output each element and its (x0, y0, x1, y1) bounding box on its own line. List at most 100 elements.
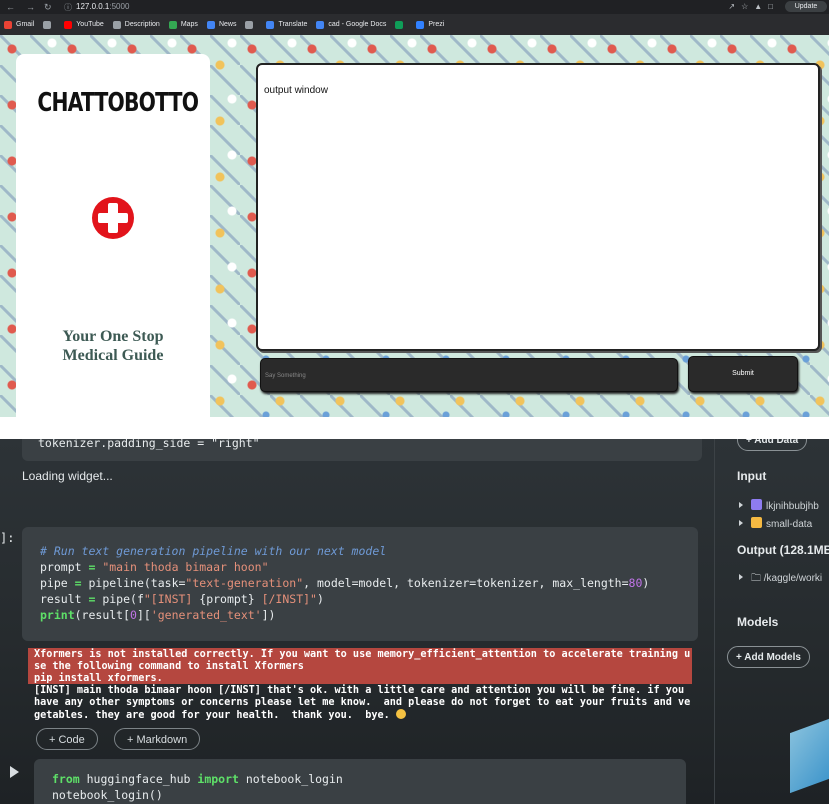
smiley-icon (395, 709, 406, 719)
code-token: from (52, 772, 80, 786)
separator (0, 417, 829, 439)
update-button[interactable]: Update (785, 1, 827, 12)
code-token: "[INST] (143, 592, 200, 606)
output-item-label: /kaggle/worki (763, 573, 823, 584)
input-item[interactable]: small-data (739, 517, 812, 530)
bookmark-item[interactable]: Gmail (4, 20, 35, 29)
code-token: "text-generation" (185, 576, 304, 590)
code-token: notebook_login (238, 772, 343, 786)
bookmark-item[interactable]: cad - Google Docs (316, 20, 387, 29)
bookmark-label: cad - Google Docs (328, 21, 387, 28)
medical-cross-icon (92, 197, 134, 239)
bookmark-label: Prezi (428, 21, 445, 28)
output-line: [INST] main thoda bimaar hoon [/INST] th… (34, 685, 685, 696)
bookmark-icon (112, 20, 121, 29)
bookmark-icon (206, 20, 215, 29)
code-token: 80 (628, 576, 643, 590)
output-item[interactable]: 🗀 /kaggle/worki (739, 571, 822, 588)
bookmark-item[interactable]: Description (112, 20, 160, 29)
code-cell-top[interactable]: tokenizer.padding_side = "right" (22, 439, 702, 461)
bookmark-item[interactable]: Maps (168, 20, 198, 29)
code-token: import (197, 772, 239, 786)
output-window: output window (256, 63, 820, 351)
code-token: pipeline(task= (88, 576, 186, 590)
tagline-line-1: Your One Stop (62, 328, 164, 345)
bookmark-label: Maps (180, 21, 198, 28)
add-data-button[interactable]: + Add Data (737, 439, 808, 451)
error-line: pip install xformers. (34, 673, 163, 684)
info-icon[interactable]: ⓘ (64, 2, 72, 13)
bookmark-icon (266, 20, 275, 29)
bookmark-item[interactable] (245, 20, 257, 29)
url-port: :5000 (109, 2, 130, 11)
bookmark-label: Translate (278, 21, 308, 28)
code-token: notebook_login() (52, 788, 163, 802)
reload-icon[interactable]: ↻ (44, 2, 52, 13)
loading-widget-text: Loading widget... (22, 469, 113, 483)
code-token: result (40, 592, 82, 606)
code-token: huggingface_hub (79, 772, 198, 786)
toolbar-icons[interactable]: ↗☆▲□ (728, 2, 779, 11)
browser-toolbar: ← → ↻ ⓘ 127.0.0.1:5000 ↗☆▲□ Update (0, 0, 829, 14)
bookmark-icon (168, 20, 177, 29)
back-icon[interactable]: ← (6, 2, 15, 12)
code-token: ]) (261, 608, 276, 622)
add-code-button[interactable]: + Code (36, 728, 98, 750)
add-markdown-button[interactable]: + Markdown (114, 728, 201, 750)
bookmark-icon (245, 20, 254, 29)
bookmark-icon (64, 20, 73, 29)
code-token: ) (316, 592, 324, 606)
code-line: tokenizer.padding_side = "right" (38, 439, 260, 450)
tagline-line-2: Medical Guide (62, 347, 164, 364)
bookmark-icon (395, 20, 404, 29)
bookmark-icon (43, 20, 52, 29)
code-token: {prompt} (199, 592, 255, 606)
dataset-icon (751, 517, 762, 528)
output-text: output window (264, 85, 328, 96)
bookmark-item[interactable]: YouTube (64, 20, 104, 29)
brand-title: CHATTOBOTTO (37, 88, 199, 118)
output-line: have any other symptoms or concerns plea… (34, 697, 691, 708)
cell-output: Xformers is not installed correctly. If … (34, 649, 690, 722)
code-token: ][ (136, 608, 151, 622)
add-models-button[interactable]: + Add Models (727, 646, 810, 668)
code-token: pipe (40, 576, 68, 590)
dataset-icon (751, 499, 762, 510)
input-item-label: small-data (766, 519, 813, 530)
input-item-label: lkjnihbubjhb (766, 501, 819, 512)
output-line: getables. they are good for your health.… (34, 710, 396, 721)
code-block: # Run text generation pipeline with our … (40, 544, 650, 622)
folder-icon: 🗀 (751, 573, 764, 584)
address-bar[interactable]: 127.0.0.1:5000 (76, 1, 676, 12)
code-token: , model=model, tokenizer=tokenizer, max_… (303, 576, 629, 590)
bookmarks-bar: Gmail YouTube Description Maps News Translate… (0, 14, 829, 35)
submit-button[interactable]: Submit (688, 356, 798, 392)
code-token: (result[ (74, 608, 131, 622)
bookmark-label: Gmail (16, 21, 35, 28)
bookmark-label: Description (124, 21, 160, 28)
code-token: [/INST]" (254, 592, 317, 606)
expand-icon (739, 574, 743, 580)
tagline: Your One Stop Medical Guide (16, 327, 210, 365)
code-cell-main[interactable]: # Run text generation pipeline with our … (22, 527, 698, 641)
bookmark-item[interactable]: Translate (266, 20, 308, 29)
run-cell-icon[interactable] (10, 766, 19, 778)
code-comment: # Run text generation pipeline with our … (40, 544, 387, 558)
input-item[interactable]: lkjnihbubjhb (739, 499, 819, 512)
forward-icon[interactable]: → (26, 2, 35, 12)
models-header: Models (737, 615, 779, 629)
bookmark-item[interactable]: News (206, 20, 236, 29)
bookmark-icon (316, 20, 325, 29)
output-header: Output (128.1MB / (737, 543, 829, 557)
bookmark-item[interactable] (395, 20, 407, 29)
chatbot-app: CHATTOBOTTO Your One Stop Medical Guide … (0, 35, 829, 417)
code-cell-bottom[interactable]: from huggingface_hub import notebook_log… (34, 759, 686, 804)
message-input[interactable]: Say Something (260, 358, 678, 392)
bookmark-item[interactable] (43, 20, 55, 29)
sidebar-panel: CHATTOBOTTO Your One Stop Medical Guide (16, 54, 210, 417)
error-line: Xformers is not installed correctly. If … (34, 649, 691, 660)
notebook-photo: tokenizer.padding_side = "right" Loading… (0, 439, 829, 804)
cell-prompt: ]: (0, 531, 15, 545)
bookmark-item[interactable]: Prezi (416, 20, 445, 29)
bookmark-icon (4, 20, 12, 29)
